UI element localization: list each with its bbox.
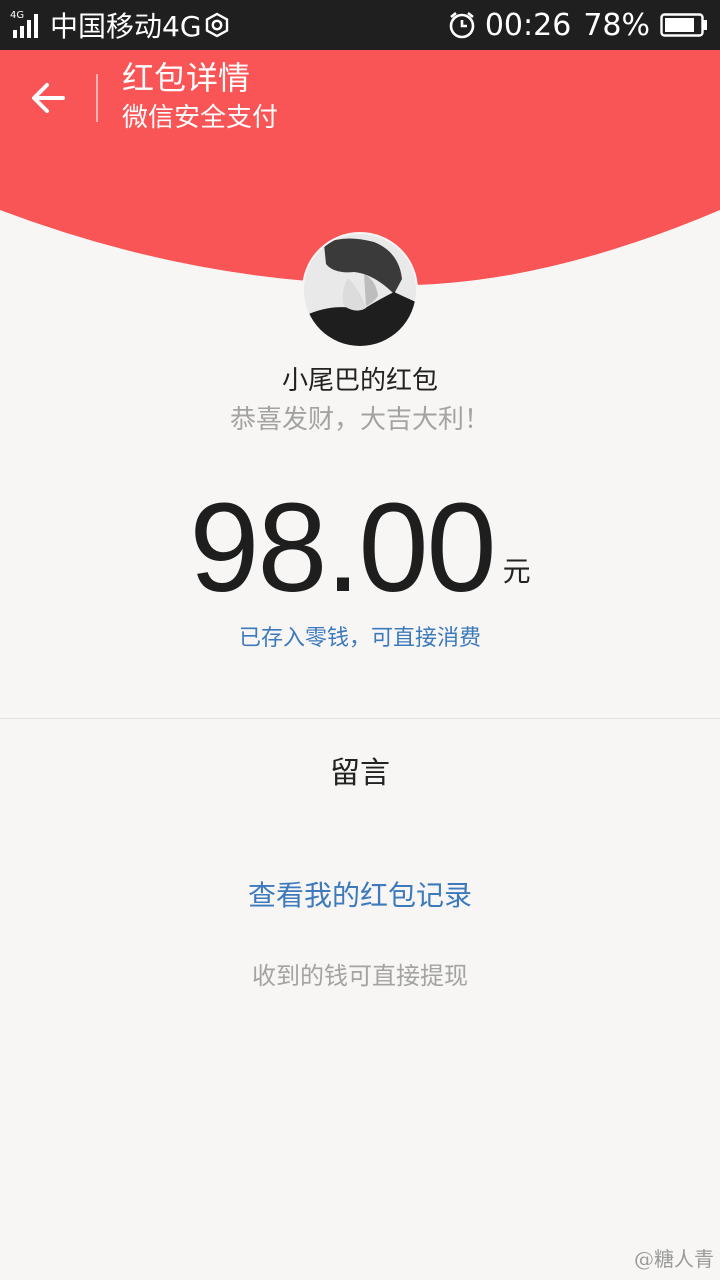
amount-unit: 元	[502, 555, 531, 588]
amount-row: 98.00 元	[0, 477, 720, 618]
clock-time: 00:26	[484, 7, 572, 43]
status-bar-left: 4G 中国移动4G	[10, 5, 230, 45]
battery-icon	[660, 12, 708, 38]
view-records-link[interactable]: 查看我的红包记录	[0, 874, 720, 914]
header-titles: 红包详情 微信安全支付	[122, 58, 278, 136]
signal-icon: 4G	[10, 10, 42, 38]
network-tag: 4G	[10, 10, 25, 21]
header-divider	[96, 74, 98, 122]
hex-icon	[204, 12, 230, 38]
status-bar: 4G 中国移动4G 00:26 78%	[0, 0, 720, 50]
back-button[interactable]	[22, 68, 74, 128]
section-divider	[0, 718, 720, 719]
message-label: 留言	[330, 756, 390, 791]
watermark: @糖人青	[634, 1247, 714, 1271]
battery-percent: 78%	[583, 7, 650, 43]
arrow-left-icon	[32, 83, 65, 113]
page-title: 红包详情	[122, 59, 251, 97]
carrier-name: 中国移动4G	[50, 10, 202, 43]
amount-value: 98.00	[189, 477, 496, 618]
status-bar-right: 00:26 78%	[447, 8, 708, 43]
page-subtitle: 微信安全支付	[122, 103, 279, 133]
sender-name: 小尾巴的红包	[281, 366, 438, 396]
avatar[interactable]	[302, 232, 418, 348]
alarm-icon	[447, 10, 477, 40]
balance-note-link[interactable]: 已存入零钱，可直接消费	[0, 620, 720, 652]
withdraw-note: 收到的钱可直接提现	[252, 962, 468, 990]
greeting-text: 恭喜发财，大吉大利！	[229, 405, 490, 435]
